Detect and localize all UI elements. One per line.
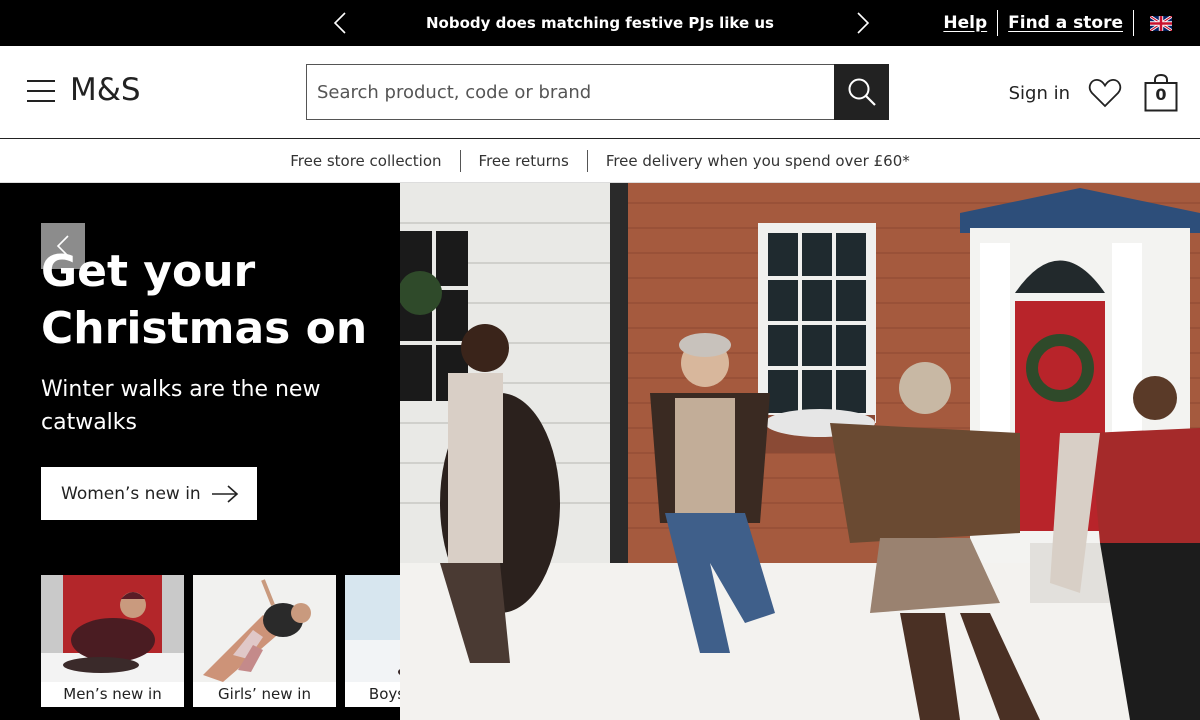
search-button[interactable] [834, 64, 889, 120]
chevron-left-icon [56, 235, 69, 257]
promo-bar: Nobody does matching festive PJs like us… [0, 0, 1200, 46]
uk-flag-icon[interactable] [1150, 15, 1172, 31]
search-icon [848, 78, 876, 106]
benefit-free-returns[interactable]: Free returns [461, 152, 587, 170]
heart-icon[interactable] [1088, 76, 1122, 110]
hero-subtitle: Winter walks are the new catwalks [41, 377, 321, 435]
promo-next-button[interactable] [852, 12, 874, 34]
arrow-right-icon [211, 484, 238, 503]
benefit-store-collection[interactable]: Free store collection [272, 152, 459, 170]
basket-count: 0 [1155, 85, 1167, 104]
promo-prev-button[interactable] [329, 12, 351, 34]
menu-button[interactable] [27, 80, 55, 104]
hamburger-icon [27, 80, 55, 82]
search-input[interactable] [306, 64, 834, 120]
logo[interactable]: M&S [70, 72, 141, 108]
hero-title: Get your Christmas on [41, 246, 368, 354]
search-bar [306, 64, 889, 120]
promo-message[interactable]: Nobody does matching festive PJs like us [380, 0, 820, 46]
divider [1133, 10, 1134, 36]
chevron-right-icon [857, 12, 870, 34]
tile-label: Girls’ new in [193, 682, 336, 707]
header-actions: Sign in 0 [1009, 73, 1178, 113]
benefit-free-delivery[interactable]: Free delivery when you spend over £60* [588, 152, 928, 170]
mens-photo [41, 575, 184, 682]
carousel-prev-button[interactable] [41, 223, 85, 269]
utility-links: Help Find a store [933, 0, 1200, 46]
sign-in-link[interactable]: Sign in [1009, 83, 1070, 104]
hero-photo[interactable] [400, 183, 1200, 720]
find-store-link[interactable]: Find a store [998, 13, 1133, 33]
girls-photo [193, 575, 336, 682]
womens-new-in-button[interactable]: Women’s new in [41, 467, 257, 520]
hero-banner: Get your Christmas on Winter walks are t… [0, 183, 1200, 720]
category-tile-girls[interactable]: Girls’ new in [193, 575, 336, 707]
cta-label: Women’s new in [61, 483, 201, 504]
chevron-left-icon [333, 12, 346, 34]
site-header: M&S Sign in 0 [0, 46, 1200, 139]
category-tile-mens[interactable]: Men’s new in [41, 575, 184, 707]
basket-button[interactable]: 0 [1144, 73, 1178, 112]
tile-label: Men’s new in [41, 682, 184, 707]
benefits-bar: Free store collection Free returns Free … [0, 139, 1200, 183]
help-link[interactable]: Help [933, 13, 997, 33]
